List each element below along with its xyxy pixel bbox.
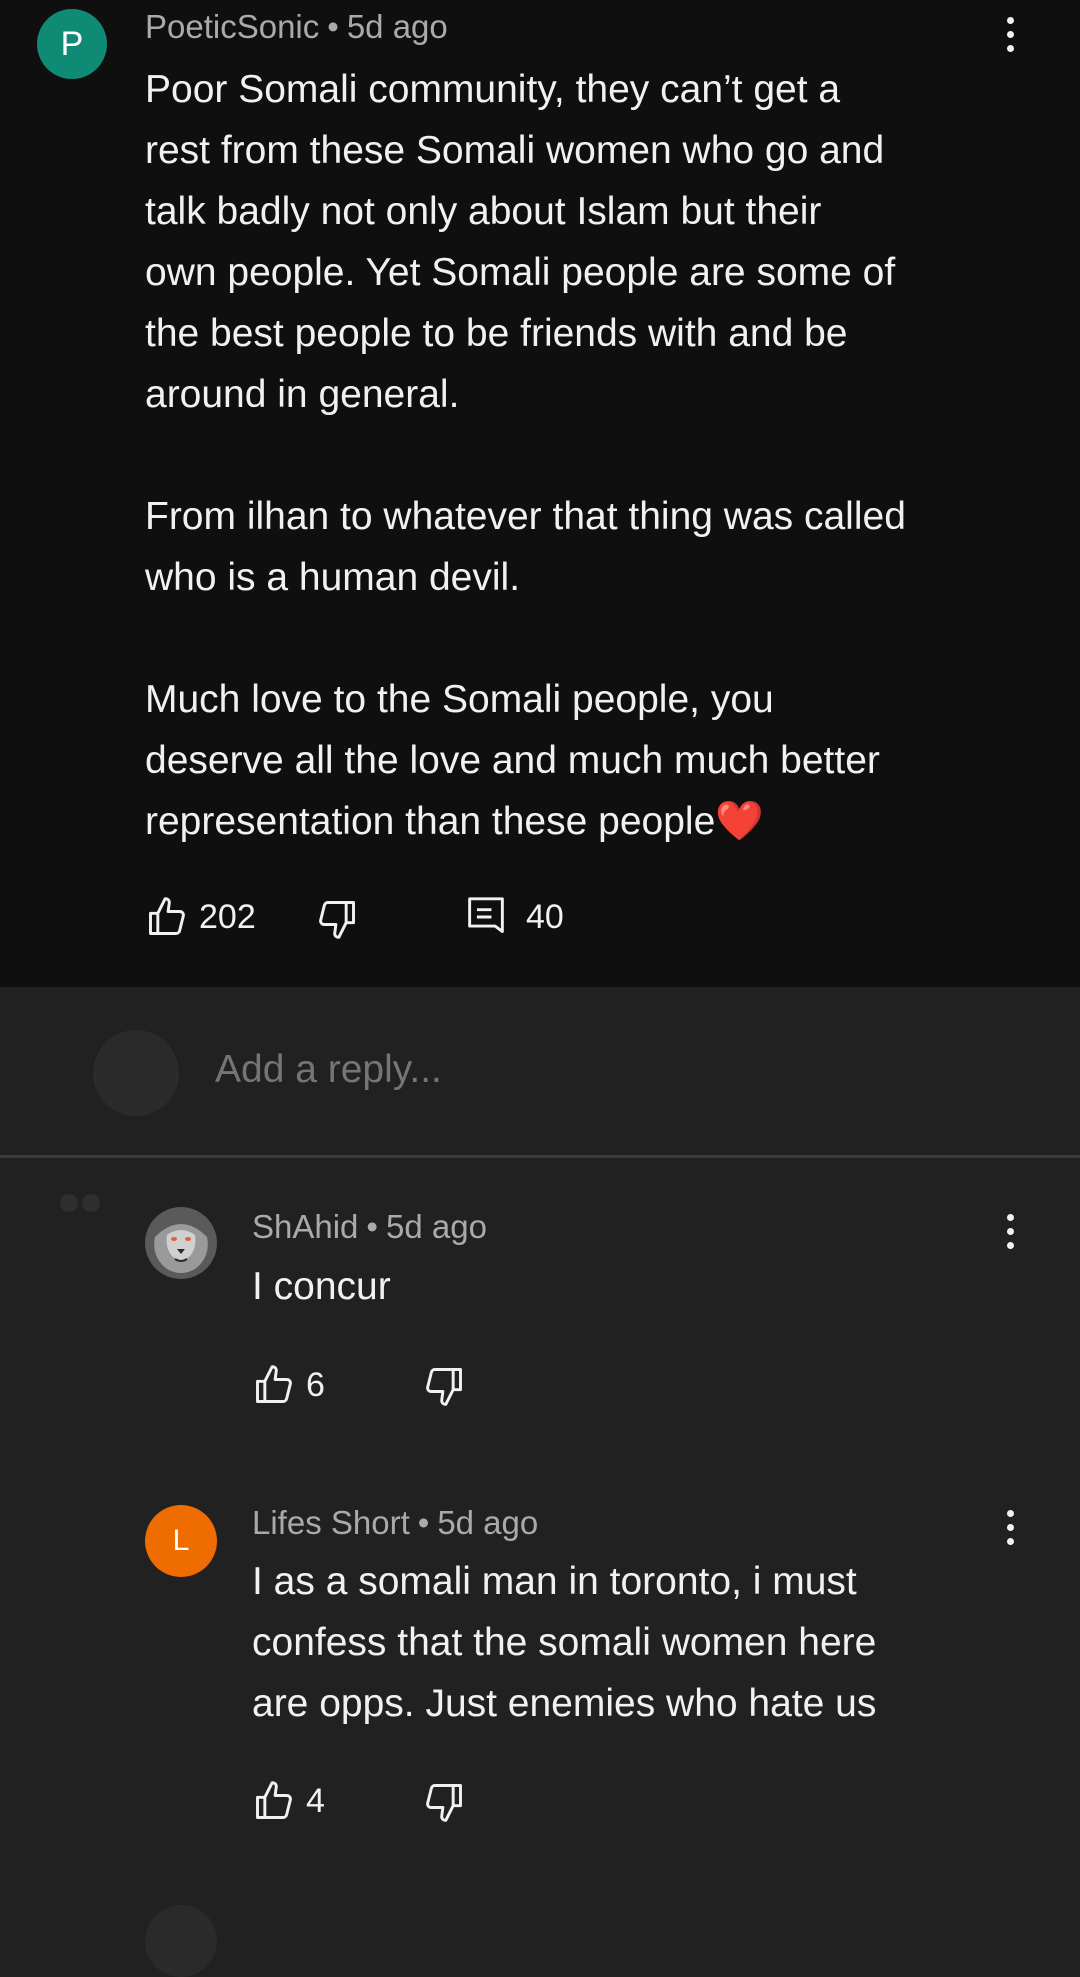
author-avatar[interactable]: P xyxy=(37,9,107,79)
avatar-letter: P xyxy=(60,24,84,63)
dislike-button[interactable] xyxy=(422,1780,466,1824)
like-button[interactable]: 6 xyxy=(252,1363,325,1407)
meta-separator: • xyxy=(417,1504,430,1541)
more-options-icon[interactable] xyxy=(990,4,1030,64)
author-name[interactable]: PoeticSonic xyxy=(145,8,319,45)
like-count: 6 xyxy=(306,1365,325,1404)
like-count: 4 xyxy=(306,1781,325,1820)
like-count: 202 xyxy=(199,897,256,936)
thumbs-up-icon xyxy=(149,897,185,935)
dislike-button[interactable] xyxy=(315,897,359,941)
divider xyxy=(0,1155,1080,1158)
author-name[interactable]: Lifes Short xyxy=(252,1504,410,1541)
comment-icon xyxy=(468,897,504,933)
thumbs-up-icon xyxy=(256,1365,292,1403)
next-reply-avatar xyxy=(145,1905,217,1977)
thumbs-up-icon xyxy=(256,1781,292,1819)
thumbs-down-icon xyxy=(426,1368,462,1406)
meta-separator: • xyxy=(366,1208,378,1245)
reply-text: I as a somali man in toronto, i must con… xyxy=(252,1560,877,1725)
avatar-letter: L xyxy=(172,1524,190,1557)
lion-icon xyxy=(145,1207,217,1279)
thumbs-down-icon xyxy=(426,1784,462,1822)
reply-meta: ShAhid • 5d ago xyxy=(252,1208,487,1246)
reply-meta: Lifes Short • 5d ago xyxy=(252,1504,538,1542)
comment-meta: PoeticSonic • 5d ago xyxy=(145,8,448,46)
thread-indicator xyxy=(60,1194,100,1212)
thumbs-down-icon xyxy=(319,901,355,939)
comment-text: Poor Somali community, they can’t get a … xyxy=(145,68,906,843)
like-button[interactable]: 4 xyxy=(252,1779,325,1823)
current-user-avatar xyxy=(93,1030,179,1116)
reply-text: I concur xyxy=(252,1265,391,1308)
replies-button[interactable]: 40 xyxy=(466,895,564,939)
author-avatar[interactable]: L xyxy=(145,1505,217,1577)
comment-time: 5d ago xyxy=(385,1208,487,1245)
comment-time: 5d ago xyxy=(437,1504,539,1541)
comment-time: 5d ago xyxy=(346,8,448,45)
like-button[interactable]: 202 xyxy=(145,895,256,939)
dislike-button[interactable] xyxy=(422,1364,466,1408)
meta-separator: • xyxy=(327,8,339,45)
more-options-icon[interactable] xyxy=(990,1201,1030,1261)
author-name[interactable]: ShAhid xyxy=(252,1208,358,1245)
reply-count: 40 xyxy=(526,897,564,936)
more-options-icon[interactable] xyxy=(990,1497,1030,1557)
top-comment: P PoeticSonic • 5d ago Poor Somali communi… xyxy=(0,0,1080,987)
add-reply-input[interactable] xyxy=(215,1048,724,1092)
lion-avatar[interactable] xyxy=(145,1207,217,1279)
